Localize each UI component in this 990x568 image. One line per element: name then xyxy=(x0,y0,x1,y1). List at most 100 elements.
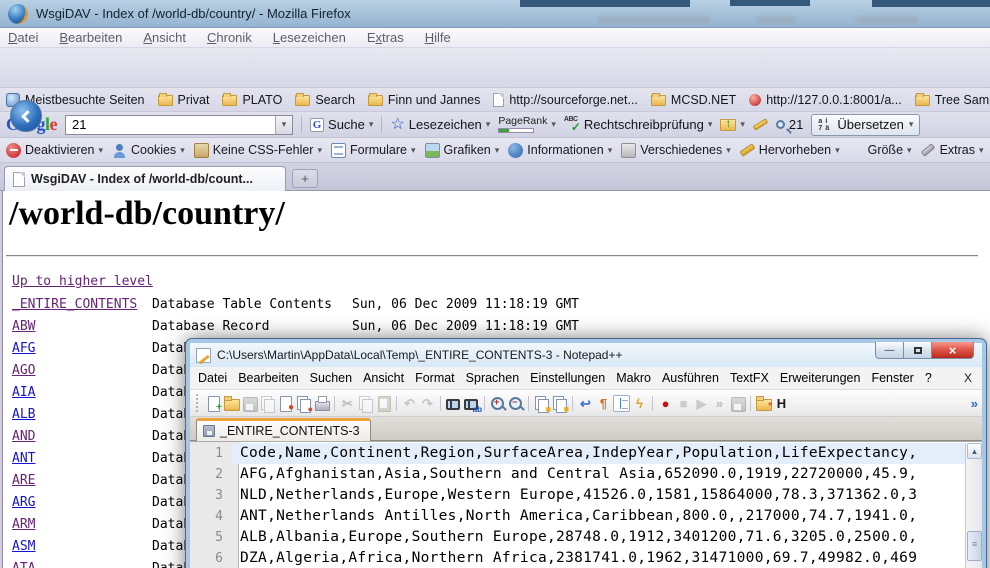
chevron-down-icon[interactable]: ▾ xyxy=(486,120,491,129)
toolbar-icon[interactable]: ● xyxy=(277,395,294,412)
code-line[interactable]: 4 ANT,Netherlands Antilles,North America… xyxy=(190,506,965,527)
chevron-down-icon[interactable]: ▾ xyxy=(726,146,731,155)
toolbar-icon[interactable]: * xyxy=(755,395,772,412)
menu-item[interactable]: Hilfe xyxy=(425,30,451,45)
line-text[interactable]: DZA,Algeria,Africa,Northern Africa,23817… xyxy=(231,548,965,568)
bookmark-item[interactable]: http://sourceforge.net... xyxy=(493,93,638,107)
toolbar-overflow-chevron[interactable]: » xyxy=(971,396,978,411)
chevron-down-icon[interactable]: ▾ xyxy=(835,146,840,155)
search-dropdown-button[interactable]: ▾ xyxy=(275,116,292,134)
webdev-menu-button[interactable]: Hervorheben ▾ xyxy=(740,143,840,158)
record-link[interactable]: ANT xyxy=(12,451,35,466)
toolbar-icon[interactable] xyxy=(613,395,630,412)
code-line[interactable]: 2 AFG,Afghanistan,Asia,Southern and Cent… xyxy=(190,464,965,485)
highlighter-icon[interactable] xyxy=(753,118,768,130)
toolbar-icon[interactable]: ● xyxy=(295,395,312,412)
record-link[interactable]: ABW xyxy=(12,319,35,334)
document-tab[interactable]: _ENTIRE_CONTENTS-3 xyxy=(196,418,371,441)
toolbar-icon[interactable]: ● xyxy=(657,395,674,412)
toolbar-icon[interactable] xyxy=(729,395,746,412)
bookmark-item[interactable]: Privat xyxy=(158,93,210,107)
toolbar-icon[interactable] xyxy=(525,395,532,412)
webdev-menu-button[interactable]: Deaktivieren ▾ xyxy=(6,143,103,158)
menu-item[interactable]: Ansicht xyxy=(363,371,404,385)
chevron-down-icon[interactable]: ▾ xyxy=(909,120,914,129)
menu-item[interactable]: Extras xyxy=(367,30,404,45)
editor-area[interactable]: 1 Code,Name,Continent,Region,SurfaceArea… xyxy=(190,441,982,568)
toolbar-icon[interactable] xyxy=(393,395,400,412)
vertical-scrollbar[interactable]: ▲ xyxy=(965,443,982,568)
menu-item[interactable]: Bearbeiten xyxy=(238,371,298,385)
toolbar-icon[interactable] xyxy=(375,395,392,412)
spellcheck-button[interactable]: ABC✓ Rechtschreibprüfung ▾ xyxy=(564,117,713,132)
line-text[interactable]: ANT,Netherlands Antilles,North America,C… xyxy=(231,506,965,527)
toolbar-icon[interactable] xyxy=(747,395,754,412)
scroll-up-arrow[interactable]: ▲ xyxy=(967,443,982,459)
bookmark-item[interactable]: Tree Samples xyxy=(915,93,990,107)
bookmark-item[interactable]: Search xyxy=(295,93,355,107)
toolbar-icon[interactable] xyxy=(241,395,258,412)
record-link[interactable]: AGO xyxy=(12,363,35,378)
bookmark-item[interactable]: MCSD.NET xyxy=(651,93,736,107)
menu-item[interactable]: Format xyxy=(415,371,455,385)
chevron-down-icon[interactable]: ▾ xyxy=(907,146,912,155)
toolbar-icon[interactable] xyxy=(481,395,488,412)
chevron-down-icon[interactable]: ▾ xyxy=(979,146,984,155)
menu-item[interactable]: Lesezeichen xyxy=(273,30,346,45)
chevron-down-icon[interactable]: ▾ xyxy=(411,146,416,155)
line-text[interactable]: NLD,Netherlands,Europe,Western Europe,41… xyxy=(231,485,965,506)
document-close-x[interactable]: X xyxy=(964,371,972,385)
record-link[interactable]: AFG xyxy=(12,341,35,356)
google-search-button[interactable]: G Suche ▾ xyxy=(310,117,373,132)
find-count-indicator[interactable]: 21 xyxy=(776,117,803,132)
toolbar-icon[interactable]: H xyxy=(773,395,790,412)
toolbar-icon[interactable] xyxy=(223,395,240,412)
chevron-down-icon[interactable]: ▾ xyxy=(551,120,556,129)
toolbar-icon[interactable]: ▶ xyxy=(693,395,710,412)
google-search-box[interactable]: 21 ▾ xyxy=(65,115,293,135)
back-button[interactable] xyxy=(10,100,42,132)
webdev-menu-button[interactable]: Grafiken ▾ xyxy=(425,143,500,158)
record-link[interactable]: AND xyxy=(12,429,35,444)
google-search-value[interactable]: 21 xyxy=(66,117,275,132)
menu-item[interactable]: Datei xyxy=(198,371,227,385)
code-line[interactable]: 5 ALB,Albania,Europe,Southern Europe,287… xyxy=(190,527,965,548)
toolbar-icon[interactable] xyxy=(437,395,444,412)
toolbar-icon[interactable]: ↶ xyxy=(401,395,418,412)
menu-item[interactable]: TextFX xyxy=(730,371,769,385)
record-link[interactable]: _ENTIRE_CONTENTS xyxy=(12,297,137,312)
menu-item[interactable]: Einstellungen xyxy=(530,371,605,385)
toolbar-icon[interactable]: ■ xyxy=(675,395,692,412)
scrollbar-thumb[interactable] xyxy=(967,531,982,561)
toolbar-icon[interactable] xyxy=(331,395,338,412)
menu-item[interactable]: Datei xyxy=(8,30,38,45)
google-bookmarks-button[interactable]: ☆ Lesezeichen ▾ xyxy=(390,117,490,133)
webdev-menu-button[interactable]: Größe ▾ xyxy=(849,143,912,158)
webdev-menu-button[interactable]: Verschiedenes ▾ xyxy=(621,143,731,158)
bookmark-item[interactable]: Finn und Jannes xyxy=(368,93,480,107)
webdev-menu-button[interactable]: Cookies ▾ xyxy=(112,143,185,158)
toolbar-icon[interactable]: ϟ xyxy=(631,395,648,412)
toolbar-icon[interactable]: ↷ xyxy=(419,395,436,412)
record-link[interactable]: ALB xyxy=(12,407,35,422)
toolbar-icon[interactable] xyxy=(569,395,576,412)
line-text[interactable]: Code,Name,Continent,Region,SurfaceArea,I… xyxy=(231,443,965,464)
menu-item[interactable]: ? xyxy=(925,371,932,385)
code-line[interactable]: 3 NLD,Netherlands,Europe,Western Europe,… xyxy=(190,485,965,506)
notepad-titlebar[interactable]: C:\Users\Martin\AppData\Local\Temp\_ENTI… xyxy=(190,343,982,367)
translate-button[interactable]: aí7ä Übersetzen ▾ xyxy=(811,114,920,136)
menu-item[interactable]: Sprachen xyxy=(466,371,520,385)
webdev-menu-button[interactable]: Keine CSS-Fehler ▾ xyxy=(194,143,322,158)
toolbar-icon[interactable]: » xyxy=(711,395,728,412)
record-link[interactable]: ASM xyxy=(12,539,35,554)
toolbar-icon[interactable]: − xyxy=(507,395,524,412)
toolbar-icon[interactable]: ab xyxy=(463,395,480,412)
menu-item[interactable]: Erweiterungen xyxy=(780,371,861,385)
menu-item[interactable]: Fenster xyxy=(871,371,913,385)
new-tab-button[interactable]: + xyxy=(292,169,318,188)
maximize-button[interactable] xyxy=(904,342,932,359)
toolbar-icon[interactable]: ■ xyxy=(551,395,568,412)
record-link[interactable]: ATA xyxy=(12,561,35,568)
toolbar-icon[interactable]: ¶ xyxy=(595,395,612,412)
toolbar-icon[interactable] xyxy=(649,395,656,412)
